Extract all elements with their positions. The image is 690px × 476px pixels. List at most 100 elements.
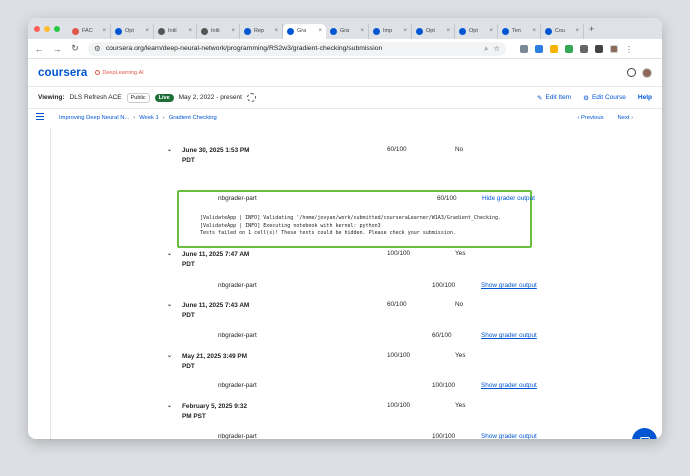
browser-tab[interactable]: Initi × [154,23,197,39]
coursera-c-icon [459,27,466,35]
close-tab-icon[interactable]: × [145,28,149,34]
tab-label: Opt [426,28,435,34]
submission-passed: No [455,301,464,308]
side-panel-icon[interactable] [595,44,603,53]
browser-tab[interactable]: FAC × [68,23,111,39]
browser-tab[interactable]: Opt × [111,23,154,39]
new-tab-button[interactable]: + [589,24,594,34]
part-name: nbgrader-part [218,382,257,389]
previous-button[interactable]: ‹ Previous [577,115,603,121]
breadcrumb-week[interactable]: Week 1 [139,115,159,121]
close-tab-icon[interactable]: × [532,28,536,34]
chevron-down-icon[interactable]: ⌄ [167,402,172,409]
browser-tab[interactable]: Cou × [541,23,584,39]
browser-tab[interactable]: Opt × [455,23,498,39]
minimize-window-button[interactable] [44,25,50,32]
extension-icon[interactable] [520,44,528,53]
user-avatar[interactable] [642,67,652,78]
browser-tab[interactable]: Opt × [412,23,455,39]
close-tab-icon[interactable]: × [274,28,278,34]
part-score: 100/100 [432,433,456,439]
part-name: nbgrader-part [218,332,257,339]
close-tab-icon[interactable]: × [188,28,192,34]
course-version-name[interactable]: DLS Refresh ACE [70,94,122,101]
submission-score: 100/100 [387,250,411,257]
close-tab-icon[interactable]: × [102,28,106,34]
show-grader-output-link[interactable]: Show grader output [481,282,537,289]
url-field[interactable]: ⚙ coursera.org/learn/deep-neural-network… [88,41,506,56]
chat-assistant-button[interactable] [632,428,657,439]
close-tab-icon[interactable]: × [360,28,364,34]
close-tab-icon[interactable]: × [575,28,579,34]
submission-date: May 21, 2025 3:49 PM PDT [182,353,248,370]
next-button[interactable]: Next › [618,115,633,121]
bookmark-star-icon[interactable]: ☆ [493,44,500,53]
tab-label: Cou [555,28,566,34]
extension-icon[interactable] [565,44,573,53]
extensions-puzzle-icon[interactable] [580,44,588,53]
session-date-range: May 2, 2022 - present [178,94,242,101]
browser-tab[interactable]: Ten × [498,23,541,39]
menu-kebab-icon[interactable]: ⋮ [625,45,633,54]
edit-course-button[interactable]: ⚙ Edit Course [583,94,626,102]
hamburger-menu-icon[interactable] [36,113,44,122]
breadcrumb: Improving Deep Neural N... › Week 1 › Gr… [28,109,662,127]
live-badge: Live [154,93,174,102]
close-tab-icon[interactable]: × [403,28,407,34]
chevron-down-icon[interactable]: ⌄ [167,352,172,359]
back-arrow-icon[interactable]: ← [34,44,44,54]
language-globe-icon[interactable] [627,68,636,77]
forward-arrow-icon[interactable]: → [52,44,62,54]
close-tab-icon[interactable]: × [446,28,450,34]
profile-avatar[interactable] [610,44,618,53]
close-window-button[interactable] [34,25,40,32]
tab-label: Initi [211,28,220,34]
chevron-down-icon[interactable]: ⌄ [167,301,172,308]
breadcrumb-course[interactable]: Improving Deep Neural N... [59,115,129,121]
close-tab-icon[interactable]: × [231,28,235,34]
window-controls [34,25,60,32]
zoom-icon[interactable]: ⌕ [484,44,488,54]
browser-tab[interactable]: Rep × [240,23,283,39]
coursera-c-icon [330,27,337,35]
log-line: [ValidateApp | INFO] Validating '/home/j… [200,215,502,221]
browser-tab[interactable]: Gra × [283,23,326,39]
sidebar-divider [50,128,51,439]
tab-label: Opt [469,28,478,34]
settings-gear-icon[interactable] [246,93,256,102]
site-info-icon[interactable]: ⚙ [94,44,101,53]
extensions-bar: ⋮ [520,44,633,54]
coursera-c-icon [244,27,251,35]
coursera-c-icon [502,27,509,35]
tab-label: Gra [340,28,350,34]
submission-date: June 30, 2025 1:53 PM PDT [182,147,250,164]
show-grader-output-link[interactable]: Show grader output [481,433,537,439]
browser-tab[interactable]: Gra × [326,23,369,39]
close-tab-icon[interactable]: × [318,28,322,34]
chevron-down-icon[interactable]: ⌄ [167,250,172,257]
chat-icon [639,436,650,439]
url-text: coursera.org/learn/deep-neural-network/p… [105,45,383,52]
maximize-window-button[interactable] [54,25,60,32]
show-grader-output-link[interactable]: Show grader output [481,332,537,339]
breadcrumb-item[interactable]: Gradient Checking [169,115,217,121]
reload-icon[interactable]: ↻ [70,43,80,54]
drive-icon[interactable] [550,44,558,53]
close-tab-icon[interactable]: × [489,28,493,34]
chevron-down-icon[interactable]: ⌄ [167,146,172,153]
edit-course-label: Edit Course [591,94,626,101]
browser-tab[interactable]: Imp × [369,23,412,39]
extension-icon[interactable] [535,44,543,53]
submission-passed: Yes [455,250,466,257]
edit-item-button[interactable]: ✎ Edit Item [537,94,571,102]
partner-logo-icon [95,70,101,75]
help-link[interactable]: Help [638,94,652,101]
part-score: 100/100 [432,282,456,289]
hide-grader-output-link[interactable]: Hide grader output [482,195,535,202]
submission-date: June 11, 2025 7:47 AM PDT [182,251,250,268]
show-grader-output-link[interactable]: Show grader output [481,382,537,389]
browser-tab[interactable]: Initi × [197,23,240,39]
submission-score: 60/100 [387,301,407,308]
coursera-c-icon [373,27,380,35]
coursera-logo[interactable]: coursera [38,67,87,79]
